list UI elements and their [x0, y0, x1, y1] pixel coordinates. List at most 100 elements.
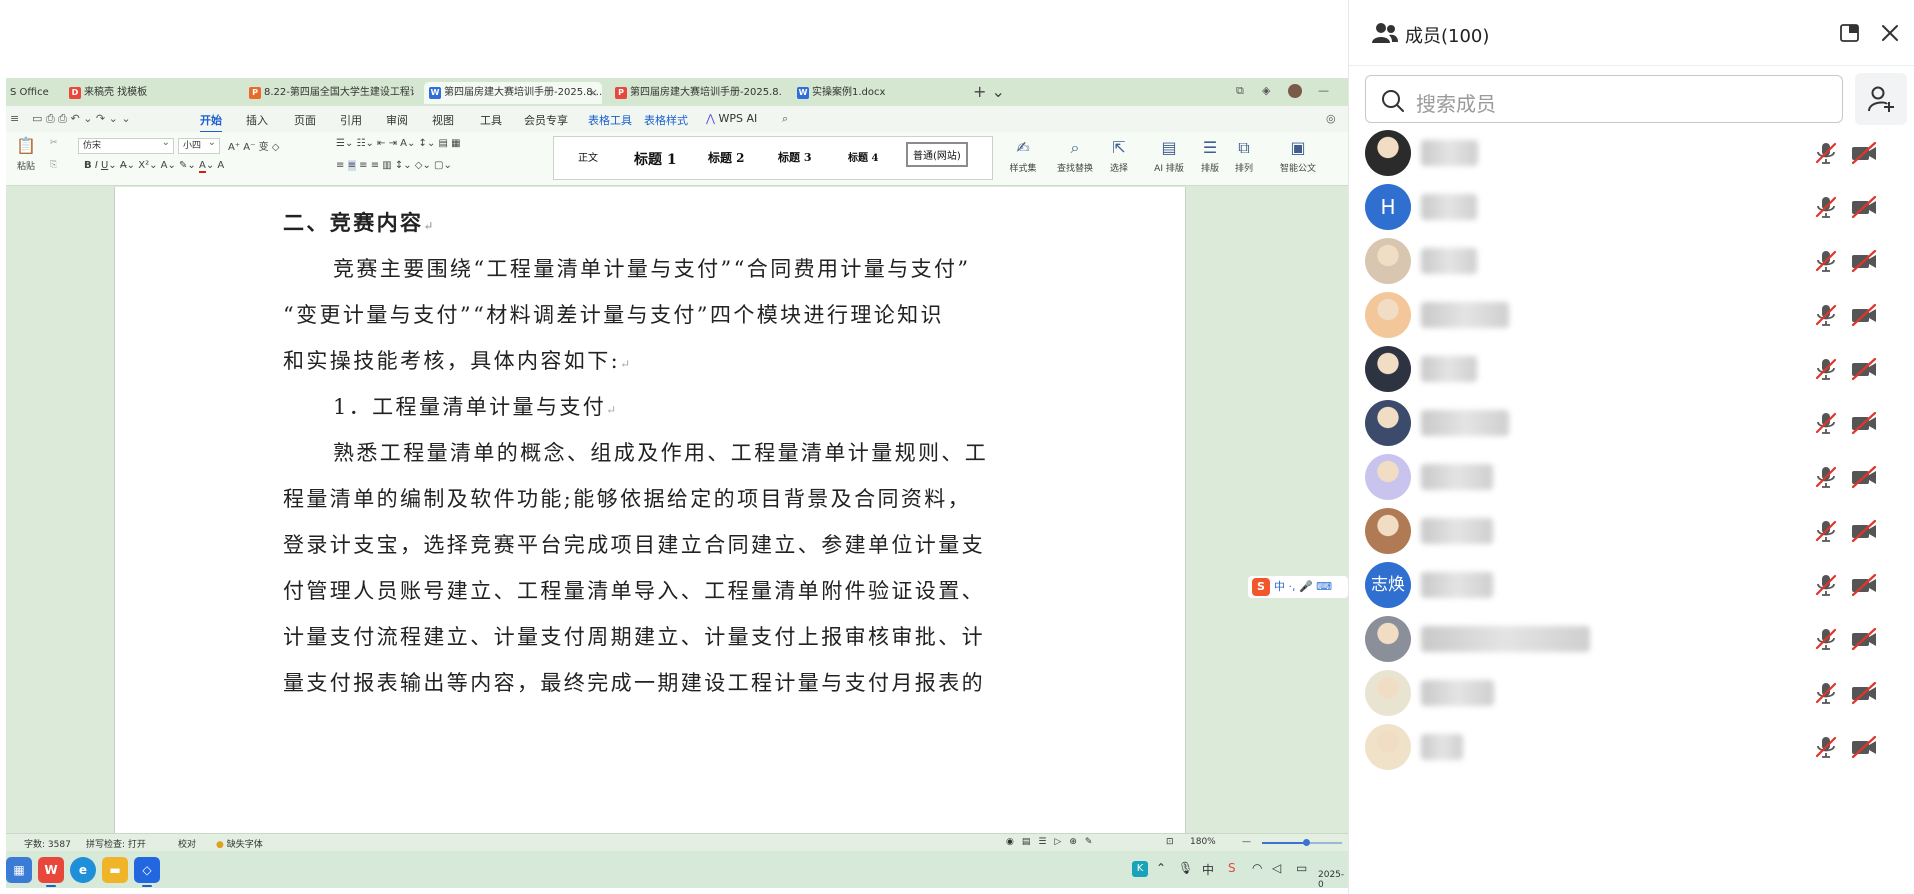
list-indent-buttons[interactable]: ☰⌄ ☷⌄ ⇤ ⇥ A⌄ ↕⌄ ▤ ▦ [336, 138, 461, 149]
camera-off-icon[interactable] [1849, 464, 1879, 490]
cube-icon[interactable]: ◈ [1262, 84, 1270, 97]
menu-references[interactable]: 引用 [340, 112, 362, 128]
zoom-level[interactable]: 180% [1190, 837, 1216, 847]
spell-check-status[interactable]: 拼写检查: 打开 [86, 837, 146, 850]
file-explorer-icon[interactable]: ▬ [102, 857, 128, 883]
fit-icon[interactable]: ⊡ [1166, 837, 1174, 847]
find-replace-button[interactable]: ⌕ 查找替换 [1052, 138, 1098, 174]
member-search-input[interactable]: 搜索成员 [1365, 75, 1843, 123]
edge-browser-icon[interactable]: e [70, 857, 96, 883]
view-mode-icons[interactable]: ◉▤☰▷⊕✎ [1006, 837, 1100, 847]
microphone-tray-icon[interactable]: 🎙 [1178, 861, 1193, 875]
menu-wps-ai[interactable]: ⋀ WPS AI [706, 112, 757, 125]
camera-off-icon[interactable] [1849, 572, 1879, 598]
mic-muted-icon[interactable] [1813, 248, 1839, 274]
font-grow-shrink-icons[interactable]: A⁺ A⁻ 变 ◇ [228, 138, 279, 153]
paste-button[interactable]: 📋 粘贴 [12, 136, 40, 172]
mic-muted-icon[interactable] [1813, 194, 1839, 220]
volume-icon[interactable]: ◁ [1272, 861, 1281, 875]
mic-muted-icon[interactable] [1813, 140, 1839, 166]
member-row[interactable]: 飞飞 [1349, 714, 1914, 780]
tab-case-docx[interactable]: W 实操案例1.docx [792, 82, 962, 104]
camera-off-icon[interactable] [1849, 626, 1879, 652]
cut-icon[interactable]: ✂ [50, 138, 58, 148]
sidebar-toggle-icon[interactable]: ≡ [10, 112, 19, 125]
camera-off-icon[interactable] [1849, 140, 1879, 166]
mic-muted-icon[interactable] [1813, 626, 1839, 652]
style-web-selected[interactable]: 普通(网站) [906, 142, 968, 167]
ime-tray-icon[interactable]: 中 [1202, 861, 1214, 878]
k-app-tray-icon[interactable]: K [1132, 861, 1148, 877]
mic-muted-icon[interactable] [1813, 680, 1839, 706]
camera-off-icon[interactable] [1849, 680, 1879, 706]
camera-off-icon[interactable] [1849, 302, 1879, 328]
camera-off-icon[interactable] [1849, 356, 1879, 382]
menu-home[interactable]: 开始 [200, 112, 222, 133]
style-set-button[interactable]: ✍ 样式集 [1000, 138, 1046, 174]
document-page[interactable]: 二、竞赛内容↵ 竞赛主要围绕“工程量清单计量与支付”“合同费用计量与支付” “变… [114, 187, 1186, 833]
tab-office[interactable]: S Office [6, 82, 56, 104]
mic-muted-icon[interactable] [1813, 356, 1839, 382]
style-normal[interactable]: 正文 [578, 149, 598, 164]
menu-tools[interactable]: 工具 [480, 112, 502, 128]
calculator-icon[interactable]: ▦ [6, 857, 32, 883]
menu-table-style[interactable]: 表格样式 [644, 112, 688, 128]
zoom-slider-knob[interactable] [1303, 839, 1310, 846]
tab-training-manual-pdf[interactable]: P第四届房建大赛培训手册-2025.8.20... [610, 82, 782, 104]
cloud-sync-icon[interactable]: ◎ [1326, 112, 1336, 125]
wifi-icon[interactable]: ◠ [1252, 861, 1262, 875]
zoom-out-icon[interactable]: — [1242, 837, 1251, 847]
layout-button[interactable]: ☰ 排版 [1194, 138, 1226, 174]
word-count[interactable]: 字数: 3587 [24, 837, 71, 850]
chevron-up-icon[interactable]: ⌃ [1156, 861, 1166, 875]
select-button[interactable]: ⇱ 选择 [1102, 138, 1136, 174]
proof-button[interactable]: 校对 [178, 837, 196, 850]
mic-muted-icon[interactable] [1813, 734, 1839, 760]
menu-page[interactable]: 页面 [294, 112, 316, 128]
battery-icon[interactable]: ▭ [1296, 861, 1307, 875]
tab-template[interactable]: D 来稿壳 找模板 [64, 82, 242, 104]
styles-gallery[interactable]: 正文 标题 1 标题 2 标题 3 标题 4 普通(网站) [553, 136, 993, 180]
popout-window-icon[interactable] [1839, 22, 1861, 44]
sogou-tray-icon[interactable]: S [1228, 861, 1236, 875]
mic-muted-icon[interactable] [1813, 518, 1839, 544]
mic-muted-icon[interactable] [1813, 302, 1839, 328]
quick-access-toolbar[interactable]: ▭ ⎙ ⎙ ↶ ⌄ ↷ ⌄ ⌄ [32, 112, 131, 126]
tencent-meeting-icon[interactable]: ◇ [134, 857, 160, 887]
style-heading-2[interactable]: 标题 2 [708, 149, 745, 166]
camera-off-icon[interactable] [1849, 518, 1879, 544]
tab-ppt-competition[interactable]: P 8.22-第四届全国大学生建设工程计量 [244, 82, 414, 104]
minimize-icon[interactable]: — [1318, 84, 1329, 97]
style-heading-3[interactable]: 标题 3 [778, 149, 811, 165]
menu-view[interactable]: 视图 [432, 112, 454, 128]
close-icon[interactable] [1879, 22, 1901, 44]
camera-off-icon[interactable] [1849, 248, 1879, 274]
camera-off-icon[interactable] [1849, 194, 1879, 220]
arrange-button[interactable]: ⧉ 排列 [1228, 138, 1260, 174]
mic-muted-icon[interactable] [1813, 410, 1839, 436]
menu-table-tools[interactable]: 表格工具 [588, 112, 632, 128]
camera-off-icon[interactable] [1849, 410, 1879, 436]
user-avatar[interactable] [1288, 84, 1302, 98]
mic-muted-icon[interactable] [1813, 572, 1839, 598]
font-family-select[interactable]: 仿宋 [78, 136, 174, 154]
add-member-button[interactable] [1855, 73, 1907, 125]
member-list[interactable]: ■■晨H■■■■■■■■■■■■■■■■■■■■■■■■■■■志焕■■■■■■■… [1349, 130, 1914, 894]
style-heading-4[interactable]: 标题 4 [848, 149, 878, 164]
menu-insert[interactable]: 插入 [246, 112, 268, 128]
tab-training-manual-active[interactable]: W 第四届房建大赛培训手册-2025.8... × [424, 82, 602, 104]
zoom-slider[interactable] [1262, 839, 1342, 846]
ai-layout-button[interactable]: ▤ AI 排版 [1148, 138, 1190, 174]
missing-font-status[interactable]: ● 缺失字体 [216, 837, 263, 850]
new-tab-plus-icon[interactable]: + ⌄ [973, 82, 1005, 102]
window-layout-icon[interactable]: ⧉ [1236, 84, 1244, 98]
search-icon[interactable]: ⌕ [782, 112, 788, 126]
menu-member[interactable]: 会员专享 [524, 112, 568, 128]
close-icon[interactable]: × [589, 82, 598, 104]
wps-app-icon[interactable]: W [38, 857, 64, 887]
menu-review[interactable]: 审阅 [386, 112, 408, 128]
mic-muted-icon[interactable] [1813, 464, 1839, 490]
text-format-buttons[interactable]: B I U⌄ A̶⌄ X²⌄ A⌄ ✎⌄ A⌄ A [84, 160, 224, 173]
ime-toolbar[interactable]: S中 ·, 🎤 ⌨ [1248, 576, 1348, 598]
font-size-select[interactable]: 小四 [178, 136, 220, 154]
